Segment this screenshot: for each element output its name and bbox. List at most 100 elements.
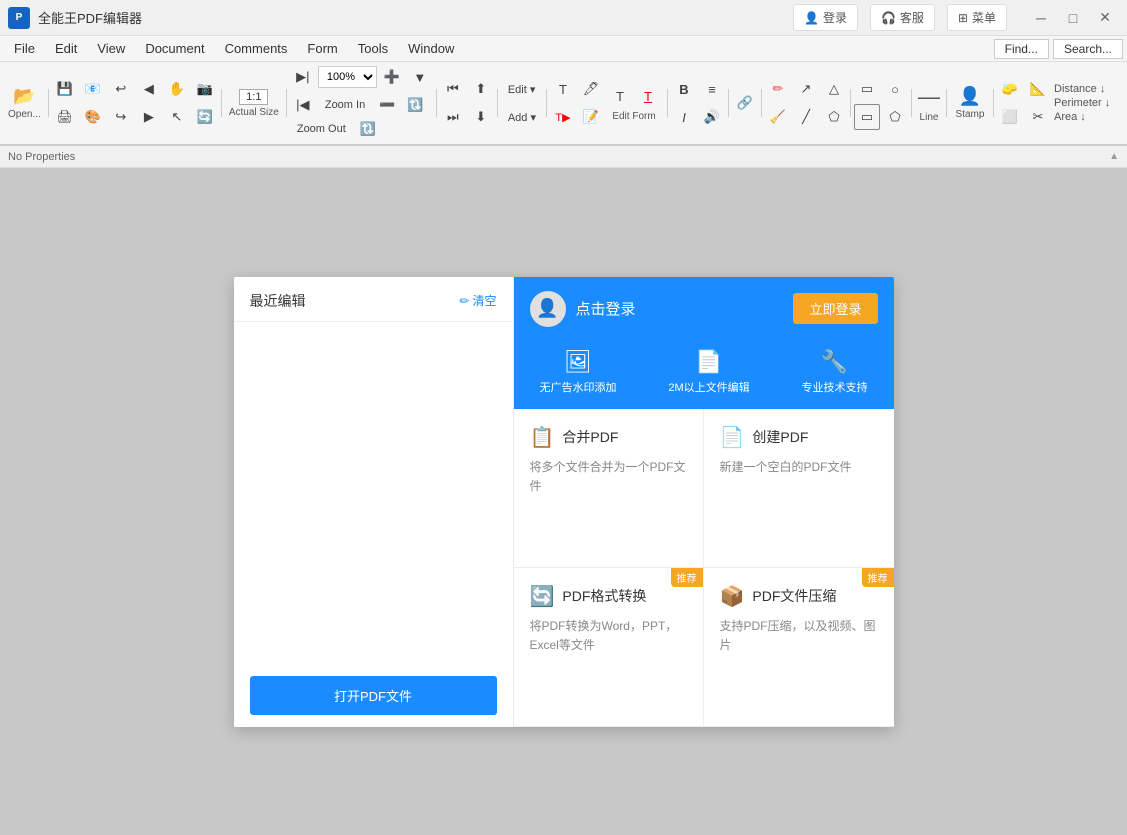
zoom-in-page-button[interactable]: ▶| [290,64,316,90]
compress-icon: 📦 [720,584,745,609]
edit-form-group[interactable]: T T Edit Form [604,82,664,124]
zoom-refresh2-button[interactable]: 🔃 [355,116,381,142]
menu-button[interactable]: ⊞ 菜单 [947,4,1007,31]
snapshot-button[interactable]: 📷 [192,76,218,102]
pentagon-button[interactable]: ⬠ [882,104,908,130]
polygon-button[interactable]: △ [821,76,847,102]
menu-bar: File Edit View Document Comments Form To… [0,36,1127,62]
open-button[interactable]: 📂 Open... [4,75,45,131]
collapse-arrow[interactable]: ▲ [1109,151,1119,162]
highlight-button[interactable]: 🖊 [578,76,604,102]
print-button[interactable]: 🖨 [52,104,78,130]
hand-button[interactable]: ✋ [164,76,190,102]
first-page-button[interactable]: ⏮ [440,76,466,102]
menu-tools[interactable]: Tools [348,38,398,59]
recommend-badge-convert: 推荐 [671,568,703,587]
align-button[interactable]: ≡ [699,76,725,102]
feature-tech-support: 🔧 专业技术支持 [802,349,868,395]
email-button[interactable]: 📧 [80,76,106,102]
zoom-out-button[interactable]: Zoom Out [290,116,353,142]
circle-button[interactable]: ○ [882,76,908,102]
convert-pdf-card[interactable]: 推荐 🔄 PDF格式转换 将PDF转换为Word，PPT，Excel等文件 [514,568,704,727]
minimize-button[interactable]: ─ [1027,7,1055,29]
page-fit-button[interactable]: 1:1 [239,89,268,105]
login-button[interactable]: 👤 登录 [793,4,858,31]
text-select-button[interactable]: T▶ [550,104,576,130]
speaker-button[interactable]: 🔊 [699,104,725,130]
underline-button[interactable]: T [635,83,661,109]
find-button[interactable]: Find... [994,39,1049,59]
rect2-button[interactable]: ▭ [854,104,880,130]
zoom-arrow[interactable]: ▼ [407,64,433,90]
erase2-button[interactable]: ⬜ [997,104,1023,130]
menu-edit[interactable]: Edit [45,38,87,59]
prev-page-button[interactable]: ⬆ [468,76,494,102]
menu-form[interactable]: Form [297,38,347,59]
text-format-button[interactable]: 📝 [578,104,604,130]
next-button[interactable]: ▶ [136,104,162,130]
crop-button[interactable]: ✂ [1025,104,1051,130]
merge-pdf-desc: 将多个文件合并为一个PDF文件 [530,458,687,496]
service-button[interactable]: 🎧 客服 [870,4,935,31]
color-button[interactable]: 🎨 [80,104,106,130]
separator [728,89,729,117]
menu-window[interactable]: Window [398,38,464,59]
last-page-button[interactable]: ⏭ [440,104,466,130]
arrow-button[interactable]: ↗ [793,76,819,102]
cursor-button[interactable]: ↖ [164,104,190,130]
recent-header: 最近编辑 ✏ 清空 [234,277,513,322]
rect-button[interactable]: ▭ [854,76,880,102]
menu-document[interactable]: Document [135,38,214,59]
rotate-button[interactable]: 🔄 [192,104,218,130]
redo-button[interactable]: ↪ [108,104,134,130]
menu-file[interactable]: File [4,38,45,59]
stamp-group[interactable]: 👤 Stamp [950,75,990,131]
eraser-button[interactable]: 🧹 [765,104,791,130]
zoom-minus-button[interactable]: ➖ [374,92,400,118]
merge-pdf-card[interactable]: 📋 合并PDF 将多个文件合并为一个PDF文件 [514,409,704,568]
menu-comments[interactable]: Comments [215,38,298,59]
zoom-refresh-button[interactable]: 🔃 [402,92,428,118]
open-pdf-button[interactable]: 打开PDF文件 [250,676,497,715]
next-page-button[interactable]: ⬇ [468,104,494,130]
compress-pdf-card[interactable]: 推荐 📦 PDF文件压缩 支持PDF压缩，以及视频、图片 [704,568,894,727]
distance-label[interactable]: Distance ↓ [1054,83,1110,95]
undo-button[interactable]: ↩ [108,76,134,102]
separator [993,89,994,117]
edit-dropdown-button[interactable]: Edit ▾ [501,76,543,102]
perimeter-label[interactable]: Perimeter ↓ [1054,97,1110,109]
text-tool-button[interactable]: T [550,76,576,102]
pencil-button[interactable]: ✏ [765,76,791,102]
line-group[interactable]: — Line [915,84,943,123]
zoom-add-button[interactable]: ➕ [379,64,405,90]
bold-button[interactable]: B [671,76,697,102]
area-label[interactable]: Area ↓ [1054,111,1110,123]
close-button[interactable]: ✕ [1091,7,1119,29]
search-button[interactable]: Search... [1053,39,1123,59]
zoom-in-button[interactable]: Zoom In [318,92,372,118]
prev-button[interactable]: ◀ [136,76,162,102]
correct-button[interactable]: 🧽 [997,76,1023,102]
zoom-select[interactable]: 100%75%50%150%200% [318,66,377,88]
measure-button[interactable]: 📐 [1025,76,1051,102]
create-pdf-card[interactable]: 📄 创建PDF 新建一个空白的PDF文件 [704,409,894,568]
maximize-button[interactable]: □ [1059,7,1087,29]
add-dropdown-button[interactable]: Add ▾ [501,104,543,130]
grid-icon: ⊞ [958,11,968,25]
clear-button[interactable]: ✏ 清空 [459,292,496,309]
convert-pdf-desc: 将PDF转换为Word，PPT，Excel等文件 [530,617,687,655]
toolbar-row-1: 📂 Open... 💾 📧 ↩ ◀ ✋ 📷 🖨 🎨 ↪ ▶ ↖ 🔄 [0,62,1127,144]
menu-view[interactable]: View [87,38,135,59]
recent-panel: 最近编辑 ✏ 清空 打开PDF文件 [234,277,514,727]
italic-button[interactable]: I [671,104,697,130]
link-button[interactable]: 🔗 [732,90,758,116]
shape-button[interactable]: ⬠ [821,104,847,130]
recommend-badge-compress: 推荐 [862,568,894,587]
login-now-button[interactable]: 立即登录 [793,293,877,324]
zoom-out-page-button[interactable]: |◀ [290,92,316,118]
line-draw-button[interactable]: ╱ [793,104,819,130]
create-pdf-title: 📄 创建PDF [720,425,878,450]
save-button[interactable]: 💾 [52,76,78,102]
app-logo: P [8,7,30,29]
text-edit-button[interactable]: T [607,83,633,109]
